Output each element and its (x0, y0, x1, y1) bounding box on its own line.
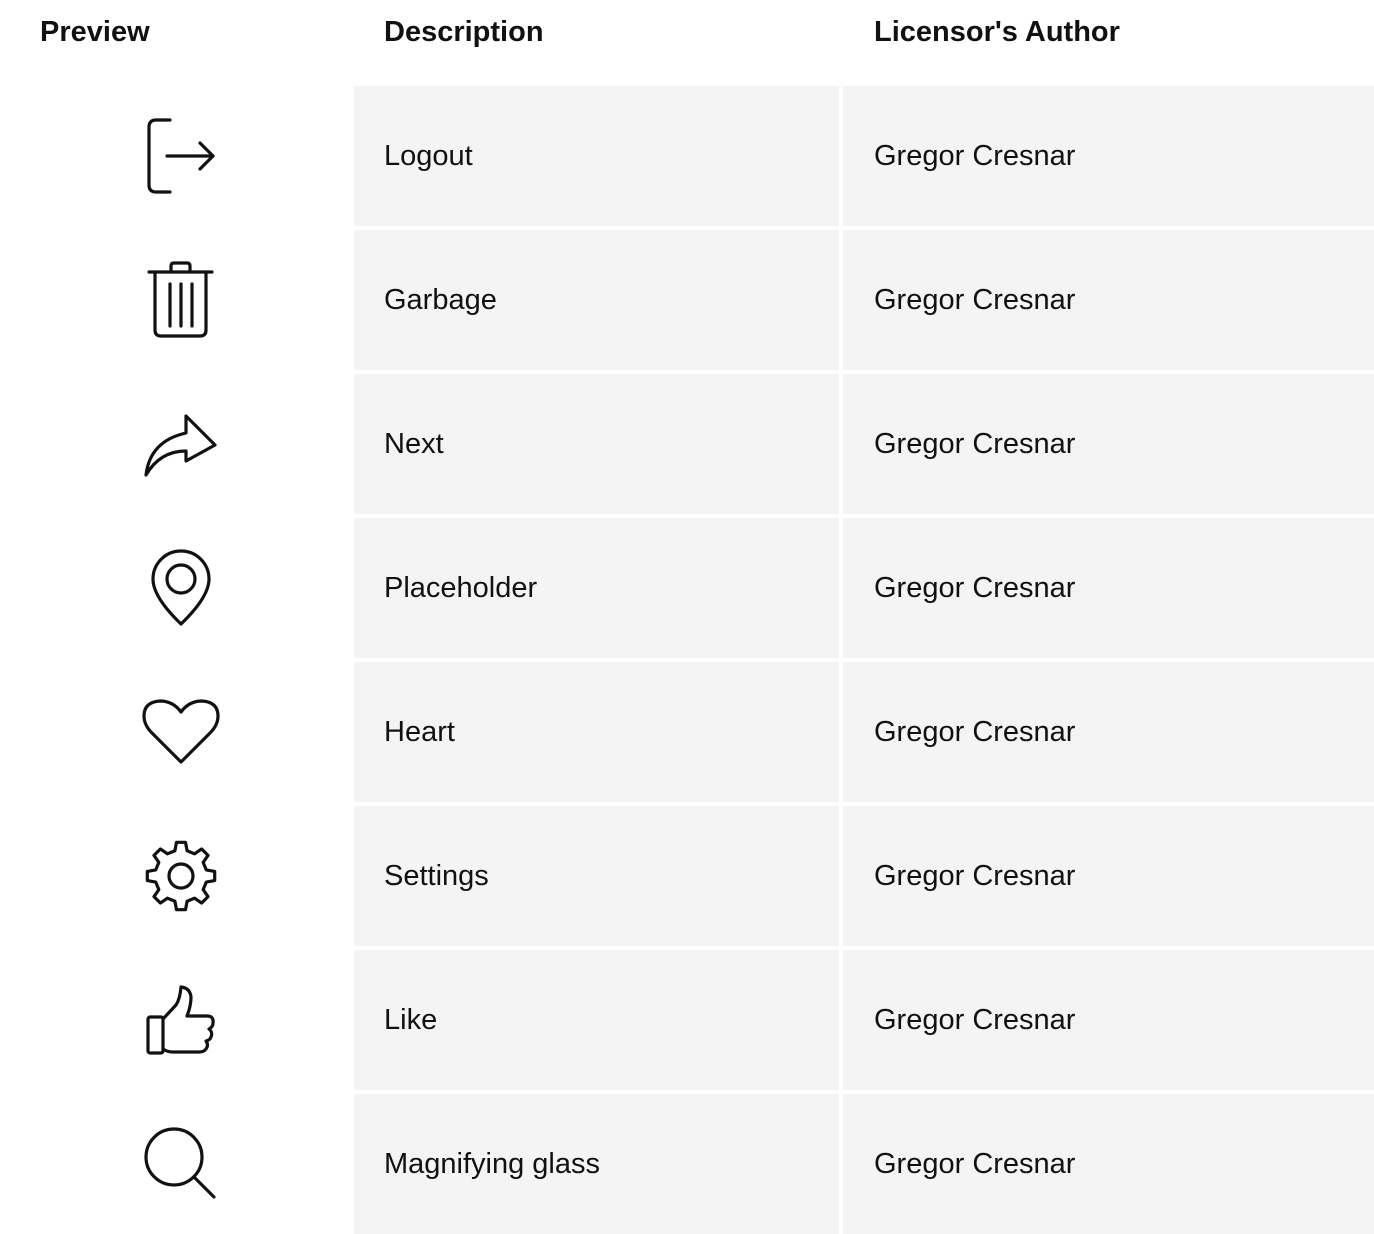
author-text: Gregor Cresnar (874, 860, 1076, 892)
icon-table: Logout Gregor Cresnar Garbage Gregor Cre… (0, 86, 1374, 1234)
preview-cell (0, 86, 354, 226)
table-row: Placeholder Gregor Cresnar (0, 518, 1374, 658)
author-text: Gregor Cresnar (874, 572, 1076, 604)
preview-cell (0, 518, 354, 658)
description-cell: Placeholder (354, 518, 839, 658)
description-text: Logout (384, 140, 473, 172)
gear-icon (145, 840, 217, 912)
thumbs-up-icon (146, 985, 215, 1055)
author-cell: Gregor Cresnar (843, 1094, 1374, 1234)
header-preview: Preview (40, 16, 150, 48)
description-text: Garbage (384, 284, 497, 316)
search-icon (144, 1127, 216, 1199)
table-row: Logout Gregor Cresnar (0, 86, 1374, 226)
author-cell: Gregor Cresnar (843, 86, 1374, 226)
description-cell: Next (354, 374, 839, 514)
author-text: Gregor Cresnar (874, 284, 1076, 316)
description-cell: Settings (354, 806, 839, 946)
logout-icon (147, 118, 215, 194)
author-cell: Gregor Cresnar (843, 662, 1374, 802)
description-cell: Magnifying glass (354, 1094, 839, 1234)
author-text: Gregor Cresnar (874, 428, 1076, 460)
description-cell: Heart (354, 662, 839, 802)
preview-cell (0, 1094, 354, 1234)
author-text: Gregor Cresnar (874, 1004, 1076, 1036)
preview-cell (0, 806, 354, 946)
preview-cell (0, 950, 354, 1090)
table-row: Next Gregor Cresnar (0, 374, 1374, 514)
table-row: Settings Gregor Cresnar (0, 806, 1374, 946)
preview-cell (0, 662, 354, 802)
description-text: Placeholder (384, 572, 538, 604)
author-cell: Gregor Cresnar (843, 950, 1374, 1090)
table-header: Preview Description Licensor's Author (0, 14, 1374, 54)
author-text: Gregor Cresnar (874, 716, 1076, 748)
preview-cell (0, 230, 354, 370)
map-pin-icon (151, 549, 211, 626)
description-text: Settings (384, 860, 489, 892)
author-cell: Gregor Cresnar (843, 374, 1374, 514)
description-text: Like (384, 1004, 438, 1036)
header-description: Description (384, 16, 544, 48)
description-text: Next (384, 428, 444, 460)
table-row: Garbage Gregor Cresnar (0, 230, 1374, 370)
author-cell: Gregor Cresnar (843, 806, 1374, 946)
table-row: Magnifying glass Gregor Cresnar (0, 1094, 1374, 1234)
description-text: Magnifying glass (384, 1148, 600, 1180)
heart-icon (142, 699, 220, 764)
trash-icon (147, 261, 214, 338)
author-cell: Gregor Cresnar (843, 518, 1374, 658)
description-cell: Garbage (354, 230, 839, 370)
share-arrow-icon (144, 414, 217, 477)
author-text: Gregor Cresnar (874, 1148, 1076, 1180)
description-cell: Logout (354, 86, 839, 226)
header-author: Licensor's Author (874, 16, 1120, 48)
table-row: Like Gregor Cresnar (0, 950, 1374, 1090)
author-cell: Gregor Cresnar (843, 230, 1374, 370)
description-cell: Like (354, 950, 839, 1090)
author-text: Gregor Cresnar (874, 140, 1076, 172)
description-text: Heart (384, 716, 455, 748)
preview-cell (0, 374, 354, 514)
table-row: Heart Gregor Cresnar (0, 662, 1374, 802)
